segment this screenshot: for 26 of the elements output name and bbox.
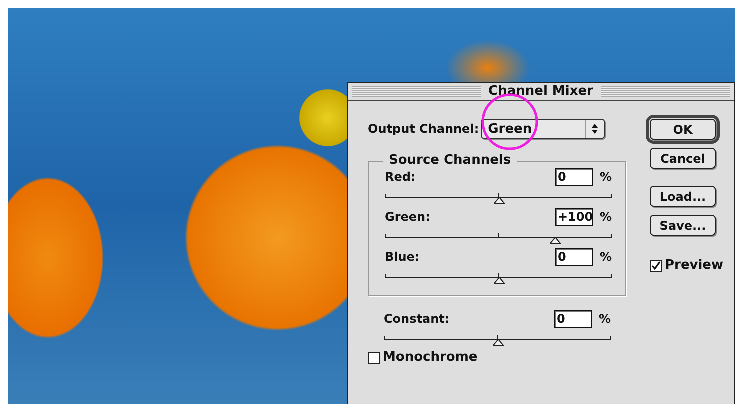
percent-unit: % (598, 312, 611, 326)
slider-thumb[interactable] (494, 277, 504, 284)
percent-input-field[interactable]: 0 (554, 310, 592, 328)
dialog-button[interactable]: Load... (650, 186, 716, 207)
slider-label: Blue: (385, 250, 420, 264)
window-title: Channel Mixer (480, 84, 602, 100)
percent-input-field[interactable]: 0 (554, 168, 593, 186)
slider-thumb[interactable] (492, 339, 504, 346)
percent-unit: % (600, 210, 612, 224)
checkbox-label: Preview (665, 258, 724, 273)
slider-label: Green: (385, 210, 430, 224)
preview-checkbox[interactable] (650, 260, 662, 272)
percent-unit: % (600, 170, 612, 184)
dialog-button[interactable]: Save... (650, 215, 716, 236)
slider-thumb[interactable] (494, 197, 504, 204)
checkbox-label: Monochrome (383, 350, 478, 365)
monochrome-checkbox[interactable] (368, 352, 380, 364)
slider-label: Red: (385, 170, 416, 184)
slider-label: Constant: (384, 312, 450, 326)
percent-unit: % (600, 250, 612, 264)
percent-input-field[interactable]: +100 (554, 208, 593, 226)
dialog-button[interactable]: Cancel (650, 148, 716, 169)
output-channel-dropdown[interactable]: Green (481, 119, 606, 139)
slider-thumb[interactable] (550, 237, 562, 244)
output-channel-label: Output Channel: (368, 122, 480, 136)
percent-input-field[interactable]: 0 (554, 248, 593, 266)
